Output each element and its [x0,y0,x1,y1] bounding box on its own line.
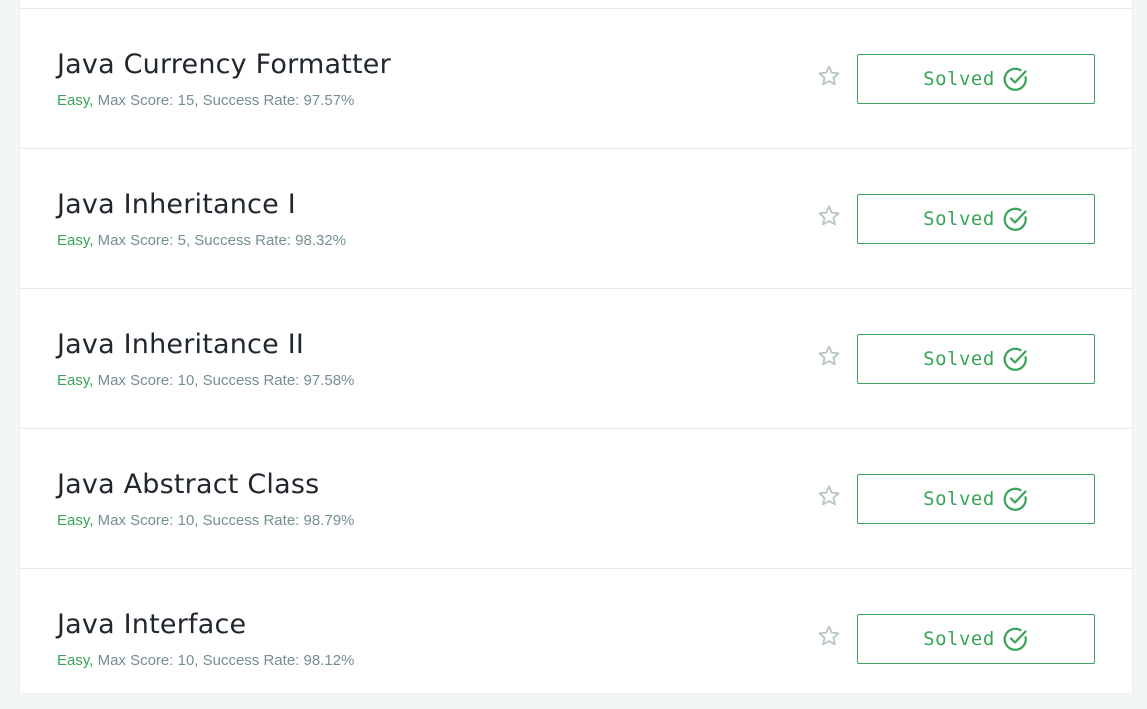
challenge-title[interactable]: Java Inheritance I [57,189,296,220]
challenge-title[interactable]: Java Inheritance II [57,329,304,360]
difficulty-label: Easy, [57,232,94,249]
challenge-row[interactable]: Java Interface Easy, Max Score: 10, Succ… [20,569,1132,709]
check-circle-icon [1003,67,1027,91]
difficulty-label: Easy, [57,92,94,109]
solved-button[interactable]: Solved [857,194,1095,244]
challenge-details: Max Score: 15, Success Rate: 97.57% [93,92,355,109]
solved-label: Solved [923,628,995,650]
solved-label: Solved [923,68,995,90]
challenge-title[interactable]: Java Interface [57,609,246,640]
difficulty-label: Easy, [57,652,94,669]
challenge-meta: Easy, Max Score: 10, Success Rate: 97.58… [57,372,354,389]
challenge-details: Max Score: 10, Success Rate: 98.79% [93,512,355,529]
challenge-meta: Easy, Max Score: 10, Success Rate: 98.79… [57,512,354,529]
challenge-list: Java Currency Formatter Easy, Max Score:… [20,0,1132,693]
solved-button[interactable]: Solved [857,474,1095,524]
challenge-meta: Easy, Max Score: 5, Success Rate: 98.32% [57,232,346,249]
challenge-row[interactable]: Java Abstract Class Easy, Max Score: 10,… [20,429,1132,569]
solved-button[interactable]: Solved [857,54,1095,104]
solved-button[interactable]: Solved [857,334,1095,384]
star-icon[interactable] [817,344,841,368]
solved-label: Solved [923,348,995,370]
difficulty-label: Easy, [57,512,94,529]
star-icon[interactable] [817,204,841,228]
previous-row-edge [20,0,1132,9]
challenge-title[interactable]: Java Abstract Class [57,469,319,500]
check-circle-icon [1003,627,1027,651]
challenge-title[interactable]: Java Currency Formatter [57,49,391,80]
challenge-row[interactable]: Java Currency Formatter Easy, Max Score:… [20,9,1132,149]
star-icon[interactable] [817,624,841,648]
challenge-meta: Easy, Max Score: 10, Success Rate: 98.12… [57,652,354,669]
solved-label: Solved [923,208,995,230]
check-circle-icon [1003,487,1027,511]
challenge-details: Max Score: 10, Success Rate: 98.12% [93,652,355,669]
star-icon[interactable] [817,64,841,88]
solved-label: Solved [923,488,995,510]
challenge-meta: Easy, Max Score: 15, Success Rate: 97.57… [57,92,354,109]
check-circle-icon [1003,347,1027,371]
star-icon[interactable] [817,484,841,508]
difficulty-label: Easy, [57,372,94,389]
challenge-details: Max Score: 10, Success Rate: 97.58% [93,372,355,389]
check-circle-icon [1003,207,1027,231]
challenge-details: Max Score: 5, Success Rate: 98.32% [93,232,347,249]
challenge-row[interactable]: Java Inheritance II Easy, Max Score: 10,… [20,289,1132,429]
solved-button[interactable]: Solved [857,614,1095,664]
challenge-row[interactable]: Java Inheritance I Easy, Max Score: 5, S… [20,149,1132,289]
